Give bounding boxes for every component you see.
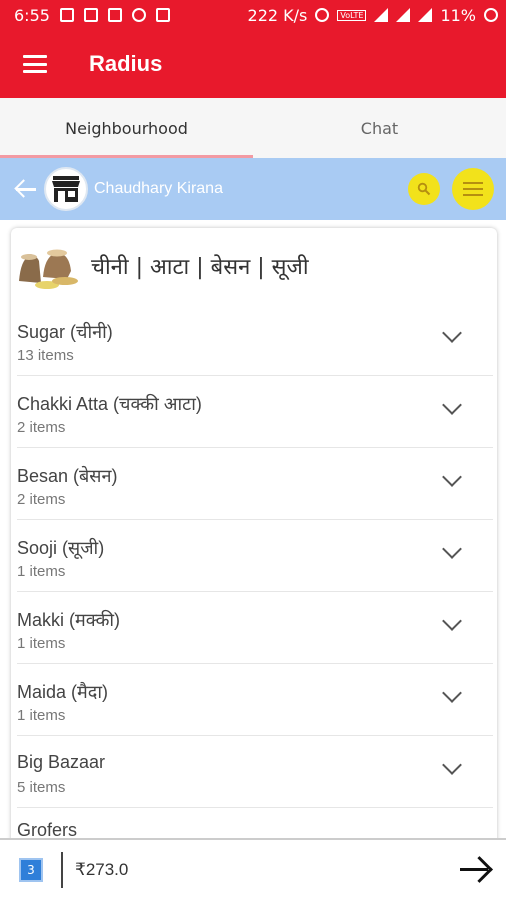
item-count: 2 items: [17, 419, 66, 436]
battery-level: 11%: [440, 5, 476, 25]
search-icon: [417, 182, 431, 196]
cart-total: ₹273.0: [75, 860, 129, 879]
item-title: Chakki Atta (चक्की आटा): [17, 394, 202, 414]
notification-icon: [107, 8, 122, 22]
list-item[interactable]: Big Bazaar 5 items: [17, 736, 493, 808]
cart-count-badge[interactable]: 3: [19, 858, 43, 882]
chevron-down-icon[interactable]: [442, 539, 462, 559]
category-card: चीनी | आटा | बेसन | सूजी Sugar (चीनी) 13…: [11, 228, 497, 868]
signal-icon: [418, 8, 433, 22]
item-title: Sugar (चीनी): [17, 322, 113, 342]
status-bar: 6:55 222 K/s VoLTE 11%: [0, 0, 506, 30]
status-time: 6:55: [14, 5, 50, 25]
category-header: चीनी | आटा | बेसन | सूजी: [11, 228, 497, 304]
volte-badge: VoLTE: [337, 9, 367, 21]
battery-saver-icon: [59, 8, 74, 22]
item-title: Besan (बेसन): [17, 466, 118, 486]
item-count: 1 items: [17, 707, 66, 724]
chevron-down-icon[interactable]: [442, 395, 462, 415]
hamburger-menu-icon[interactable]: [23, 55, 47, 73]
item-title: Big Bazaar: [17, 752, 106, 772]
list-item[interactable]: Makki (मक्की) 1 items: [17, 592, 493, 664]
chevron-down-icon[interactable]: [442, 323, 462, 343]
list-item[interactable]: Chakki Atta (चक्की आटा) 2 items: [17, 376, 493, 448]
item-count: 1 items: [17, 563, 66, 580]
store-icon: [52, 176, 80, 202]
category-title: चीनी | आटा | बेसन | सूजी: [91, 255, 309, 280]
chevron-down-icon[interactable]: [442, 611, 462, 631]
notification-icon: [83, 8, 98, 22]
tab-chat[interactable]: Chat: [253, 98, 506, 158]
instagram-icon: [155, 8, 170, 22]
list-item[interactable]: Sugar (चीनी) 13 items: [17, 304, 493, 376]
battery-icon: [484, 8, 498, 22]
list-item[interactable]: Besan (बेसन) 2 items: [17, 448, 493, 520]
search-button[interactable]: [408, 173, 440, 205]
app-title: Radius: [89, 51, 163, 76]
shop-header: Chaudhary Kirana: [0, 158, 506, 220]
item-title: Maida (मैदा): [17, 682, 108, 702]
item-count: 5 items: [17, 779, 66, 796]
item-title: Sooji (सूजी): [17, 538, 105, 558]
grain-sacks-icon: [19, 249, 78, 289]
chevron-down-icon[interactable]: [442, 755, 462, 775]
back-arrow-icon[interactable]: [14, 177, 38, 201]
chevron-down-icon[interactable]: [442, 467, 462, 487]
filter-menu-button[interactable]: [452, 168, 494, 210]
item-count: 13 items: [17, 347, 74, 364]
app-bar: Radius: [0, 30, 506, 98]
tab-bar: Neighbourhood Chat: [0, 98, 506, 158]
chevron-down-icon[interactable]: [442, 683, 462, 703]
item-title: Makki (मक्की): [17, 610, 121, 630]
cart-bar: 3 ₹273.0: [0, 838, 506, 900]
alarm-icon: [315, 8, 330, 22]
arrow-right-icon[interactable]: [458, 853, 492, 887]
item-count: 1 items: [17, 635, 66, 652]
item-count: 2 items: [17, 491, 66, 508]
wifi-icon: [374, 8, 389, 22]
shop-name: Chaudhary Kirana: [94, 180, 223, 197]
tab-neighbourhood[interactable]: Neighbourhood: [0, 98, 253, 158]
divider: [61, 852, 63, 888]
signal-icon: [396, 8, 411, 22]
list-item[interactable]: Sooji (सूजी) 1 items: [17, 520, 493, 592]
messenger-icon: [131, 8, 146, 22]
network-speed: 222 K/s: [247, 5, 308, 25]
list-item[interactable]: Maida (मैदा) 1 items: [17, 664, 493, 736]
shop-avatar: [44, 167, 88, 211]
